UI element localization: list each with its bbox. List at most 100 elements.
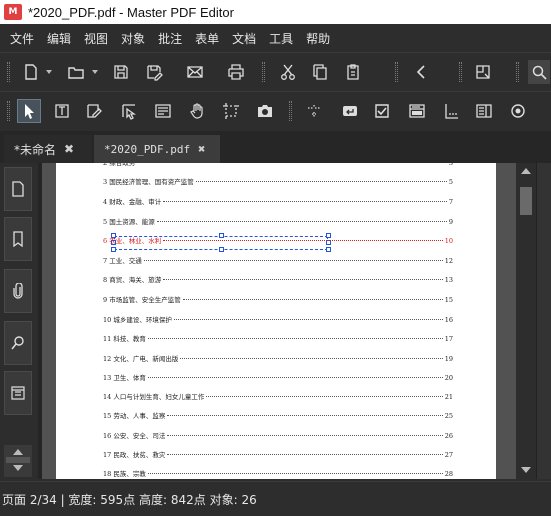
open-dropdown-icon[interactable]: [92, 70, 98, 74]
copy-button[interactable]: [308, 60, 332, 84]
marquee-zoom-button[interactable]: [219, 99, 243, 123]
combo-box-field-button[interactable]: [405, 99, 429, 123]
toolbar-grip[interactable]: [7, 62, 10, 82]
radio-button-field-button[interactable]: [506, 99, 530, 123]
toc-entry[interactable]: 6 农业、林业、水利 10: [103, 235, 453, 249]
toc-entry-page: 16: [444, 316, 453, 324]
pin-icon[interactable]: ✖: [64, 142, 74, 156]
email-button[interactable]: [183, 60, 207, 84]
menu-item[interactable]: 工具: [269, 30, 293, 47]
pin-icon[interactable]: ✖: [198, 142, 205, 156]
menu-item[interactable]: 编辑: [47, 30, 71, 47]
toc-entry[interactable]: 12 文化、广电、新闻出版 19: [103, 353, 453, 367]
fit-page-icon: [476, 65, 490, 79]
text-field-button[interactable]: [439, 99, 463, 123]
toolbar-grip[interactable]: [289, 101, 292, 121]
toc-leader-dots: [206, 396, 443, 397]
toc-entry[interactable]: 11 科技、教育 17: [103, 333, 453, 347]
cut-button[interactable]: [276, 60, 300, 84]
toc-entry-label: 14 人口与计划生育、妇女儿童工作: [103, 393, 205, 401]
toc-entry[interactable]: 9 市场监管、安全生产监管 15: [103, 294, 453, 308]
left-panel-scroller[interactable]: [4, 445, 32, 477]
folder-icon: [68, 67, 84, 79]
window-title: *2020_PDF.pdf - Master PDF Editor: [28, 4, 234, 20]
toc-entry[interactable]: 14 人口与计划生育、妇女儿童工作 21: [103, 391, 453, 405]
search-panel-button[interactable]: [4, 321, 32, 365]
paste-button[interactable]: [341, 60, 365, 84]
pages-panel-button[interactable]: [4, 167, 32, 211]
toolbar-grip[interactable]: [459, 62, 462, 82]
back-button[interactable]: [409, 60, 433, 84]
printer-icon: [228, 64, 244, 80]
open-button[interactable]: [64, 60, 88, 84]
scroll-thumb[interactable]: [520, 187, 532, 215]
hand-tool-button[interactable]: [186, 99, 210, 123]
toc-entry[interactable]: 15 劳动、人事、监察 25: [103, 410, 453, 424]
toc-entry[interactable]: 17 民政、扶贫、救灾 27: [103, 449, 453, 463]
right-side-panel: [536, 163, 551, 479]
toc-entry-label: 13 卫生、体育: [103, 374, 146, 382]
select-tool-button[interactable]: [17, 99, 41, 123]
edit-text-button[interactable]: [82, 99, 106, 123]
toc-entry[interactable]: 7 工业、交通 12: [103, 255, 453, 269]
toc-entry-page: 10: [444, 237, 453, 245]
scroll-down-icon[interactable]: [521, 467, 531, 473]
text-tool-button[interactable]: [50, 99, 74, 123]
pdf-page[interactable]: 2 综合政务 3 3 国民经济管理、国有资产监管 5 4 财政、金融、审计 7 5 国土资源…: [56, 163, 496, 479]
toc-entry[interactable]: 18 民族、宗教 28: [103, 468, 453, 479]
save-as-button[interactable]: [142, 60, 166, 84]
checkbox-field-button[interactable]: [370, 99, 394, 123]
menu-item[interactable]: 文件: [10, 30, 34, 47]
toolbar-grip[interactable]: [262, 62, 265, 82]
scroll-up-icon[interactable]: [13, 449, 23, 455]
attachments-panel-button[interactable]: [4, 269, 32, 313]
menu-item[interactable]: 视图: [84, 30, 108, 47]
toolbar-grip[interactable]: [516, 62, 519, 82]
toc-entry-page: 9: [448, 218, 453, 226]
toolbar-grip[interactable]: [395, 62, 398, 82]
scroll-up-icon[interactable]: [521, 168, 531, 174]
menu-item[interactable]: 文档: [232, 30, 256, 47]
fit-page-button[interactable]: [471, 60, 495, 84]
toc-entry[interactable]: 3 国民经济管理、国有资产监管 5: [103, 176, 453, 190]
layers-panel-button[interactable]: [4, 371, 32, 415]
toc-entry[interactable]: 13 卫生、体育 20: [103, 372, 453, 386]
clipboard-icon: [347, 64, 359, 80]
status-text: 页面 2/34 | 宽度: 595点 高度: 842点 对象: 26: [2, 492, 257, 507]
marquee-icon: [223, 103, 239, 119]
enter-button-icon: [343, 106, 357, 116]
menu-item[interactable]: 对象: [121, 30, 145, 47]
toc-entry[interactable]: 2 综合政务 3: [103, 163, 453, 171]
new-document-dropdown-icon[interactable]: [46, 70, 52, 74]
form-tool-button[interactable]: [151, 99, 175, 123]
toc-entry-label: 9 市场监管、安全生产监管: [103, 296, 181, 304]
toc-entry[interactable]: 4 财政、金融、审计 7: [103, 196, 453, 210]
toc-entry-label: 18 民族、宗教: [103, 470, 146, 478]
menu-item[interactable]: 帮助: [306, 30, 330, 47]
snapshot-button[interactable]: [253, 99, 277, 123]
list-box-field-button[interactable]: [472, 99, 496, 123]
toolbar-grip[interactable]: [7, 101, 10, 121]
save-button[interactable]: [109, 60, 133, 84]
print-button[interactable]: [224, 60, 248, 84]
search-button[interactable]: [528, 60, 550, 84]
link-tool-button[interactable]: [302, 99, 326, 123]
toc-entry[interactable]: 8 商贸、海关、旅游 13: [103, 274, 453, 288]
toc-entry[interactable]: 10 城乡建设、环境保护 16: [103, 314, 453, 328]
new-document-button[interactable]: [19, 60, 43, 84]
vertical-scrollbar[interactable]: [516, 163, 536, 479]
toc-entry-label: 6 农业、林业、水利: [103, 237, 162, 245]
tab-2020-pdf[interactable]: *2020_PDF.pdf ✖: [94, 135, 220, 163]
menu-item[interactable]: 批注: [158, 30, 182, 47]
scroll-thumb[interactable]: [6, 457, 30, 463]
toc-entry[interactable]: 5 国土资源、能源 9: [103, 216, 453, 230]
document-viewport[interactable]: 2 综合政务 3 3 国民经济管理、国有资产监管 5 4 财政、金融、审计 7 5 国土资源…: [42, 163, 516, 479]
toc-entry-label: 16 公安、安全、司法: [103, 432, 166, 440]
bookmarks-panel-button[interactable]: [4, 217, 32, 261]
edit-object-button[interactable]: [117, 99, 141, 123]
tab-untitled[interactable]: *未命名 ✖: [4, 135, 92, 163]
menu-item[interactable]: 表单: [195, 30, 219, 47]
button-field-button[interactable]: [338, 99, 362, 123]
toc-entry[interactable]: 16 公安、安全、司法 26: [103, 430, 453, 444]
scroll-down-icon[interactable]: [13, 465, 23, 471]
